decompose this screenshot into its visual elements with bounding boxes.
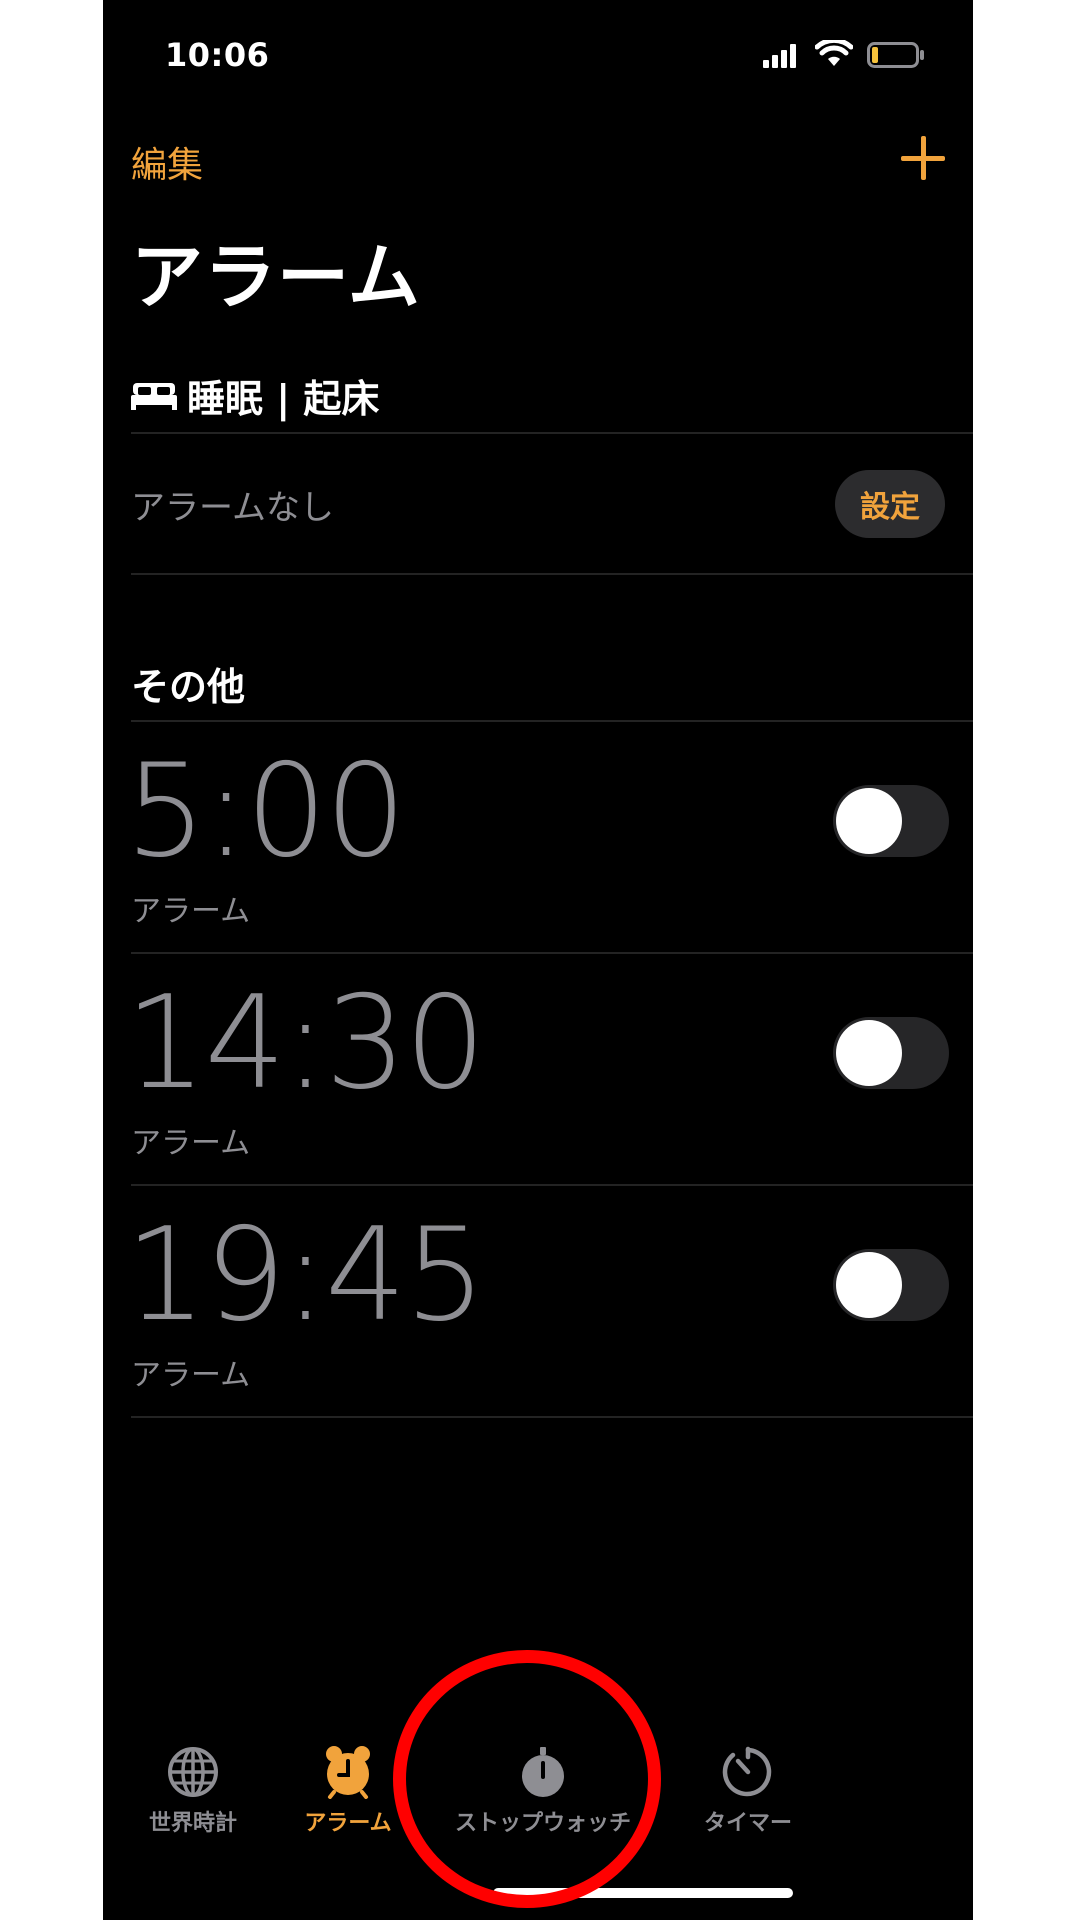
alarm-label: アラーム [131,894,251,929]
alarm-toggle[interactable] [833,1017,949,1089]
toggle-knob [836,1020,902,1086]
divider [131,573,973,575]
bed-icon [131,382,177,410]
divider [131,720,973,722]
alarm-clock-icon [326,1746,370,1799]
timer-icon [722,1746,772,1797]
home-indicator[interactable] [493,1888,793,1898]
tab-label: 世界時計 [148,1811,237,1836]
toggle-knob [836,788,902,854]
edit-button[interactable]: 編集 [131,136,203,188]
tab-alarm[interactable]: アラーム [258,1745,438,1837]
sleep-setup-button[interactable]: 設定 [835,470,945,538]
divider [131,1416,973,1418]
divider [131,432,973,434]
other-section-header: その他 [131,656,245,711]
alarm-toggle[interactable] [833,785,949,857]
battery-icon [867,42,924,68]
tab-label: タイマー [703,1811,792,1836]
cellular-signal-icon [763,44,796,68]
alarm-toggle[interactable] [833,1249,949,1321]
tab-world-clock[interactable]: 世界時計 [103,1745,283,1837]
alarm-label: アラーム [131,1126,251,1161]
status-icons [763,40,943,68]
page-title: アラーム [131,235,421,319]
stopwatch-icon [522,1747,564,1797]
toggle-knob [836,1252,902,1318]
alarm-time: 14:30 [125,969,486,1118]
globe-icon [168,1747,218,1797]
tab-timer[interactable]: タイマー [658,1745,838,1837]
no-alarm-text: アラームなし [131,488,334,528]
divider [131,1184,973,1186]
status-time: 10:06 [165,36,270,74]
sleep-section-header: 睡眠 | 起床 [131,368,379,423]
alarm-time: 5:00 [125,737,406,886]
add-alarm-button[interactable] [901,136,945,180]
alarm-time: 19:45 [125,1201,486,1350]
wifi-icon [815,40,853,66]
tab-stopwatch[interactable]: ストップウォッチ [433,1745,653,1837]
sleep-section-title: 睡眠 | 起床 [187,377,380,421]
tab-label: アラーム [304,1811,392,1836]
other-section-title: その他 [131,665,246,709]
alarm-label: アラーム [131,1358,251,1393]
tab-label: ストップウォッチ [454,1811,631,1836]
clock-app-screen: 10:06 編集 アラーム 睡眠 | 起床 アラームなし 設定 その他 5:00… [103,0,973,1920]
divider [131,952,973,954]
